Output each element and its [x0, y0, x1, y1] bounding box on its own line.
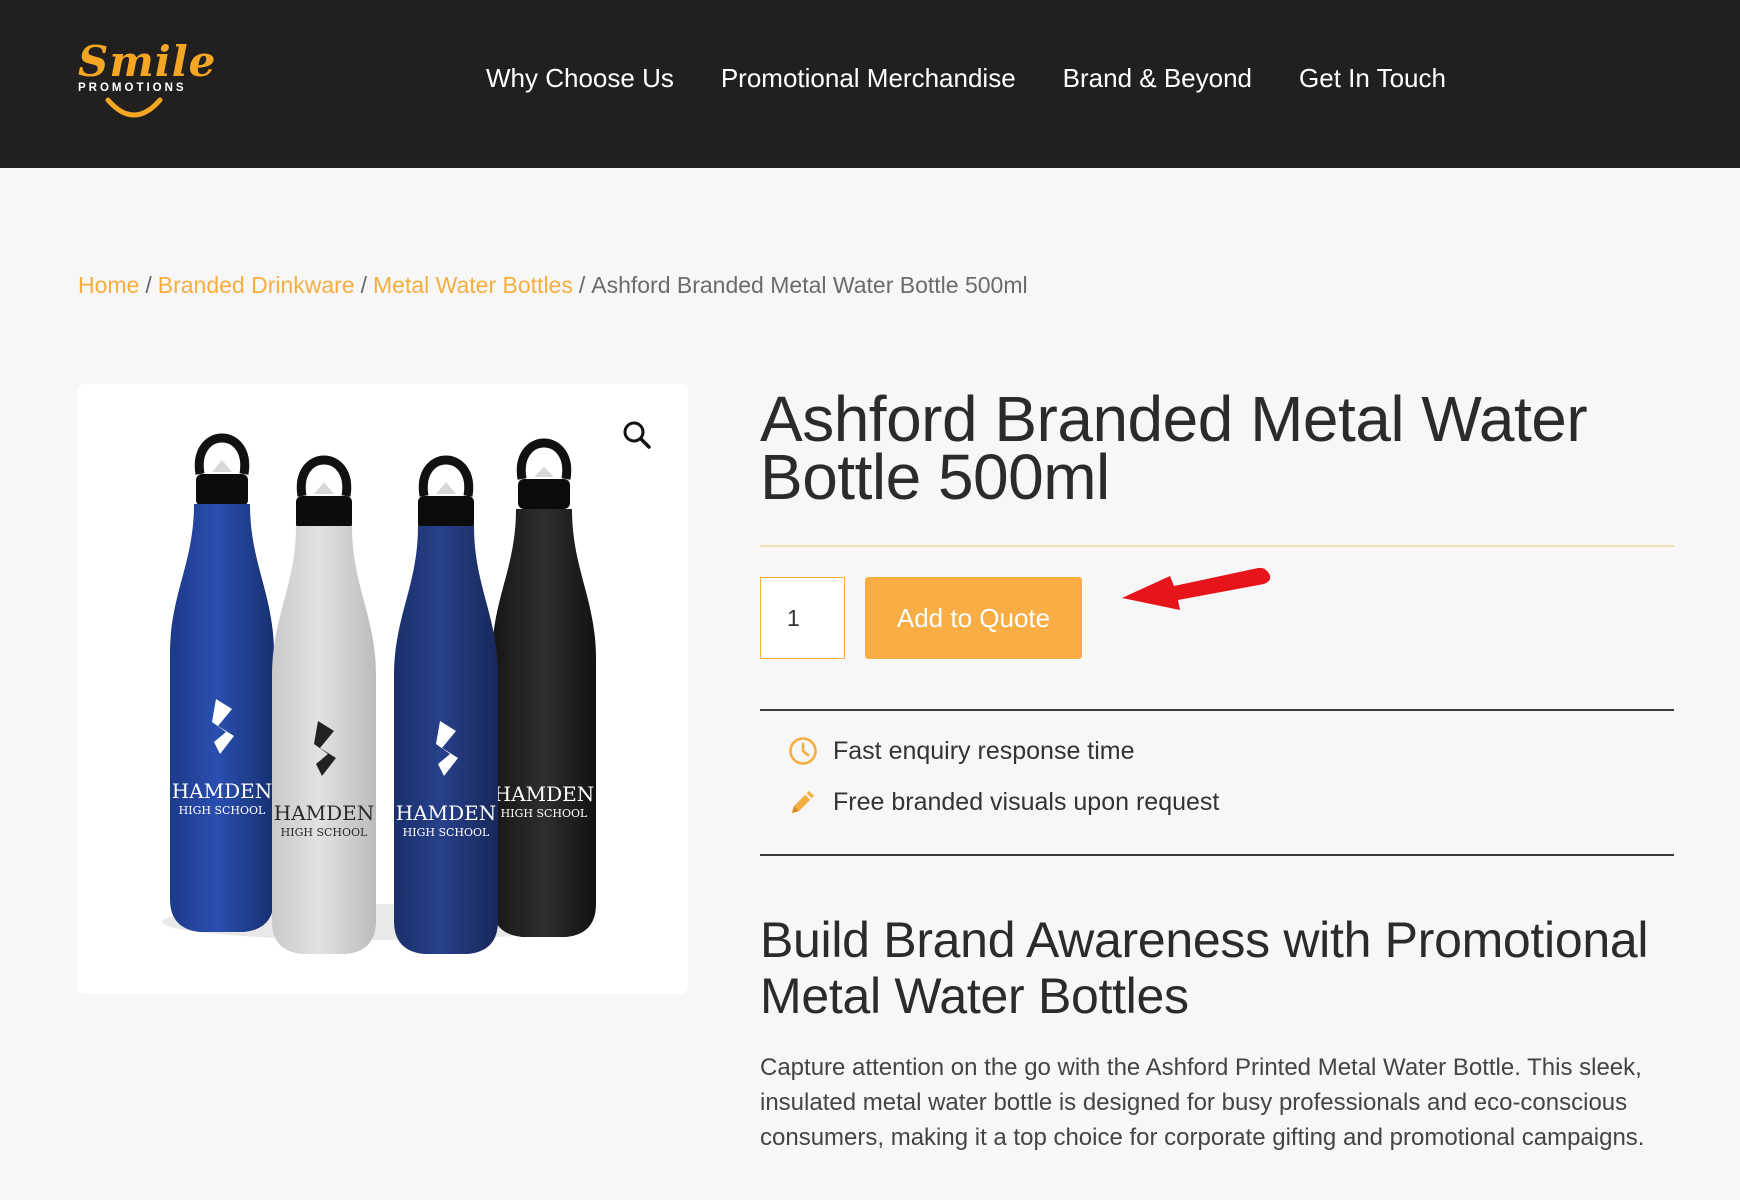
- breadcrumb: Home / Branded Drinkware / Metal Water Bottl…: [78, 268, 1028, 302]
- bottle-print-brand: HAMDEN: [494, 782, 595, 806]
- nav-why-choose-us[interactable]: Why Choose Us: [486, 58, 674, 98]
- section-heading: Build Brand Awareness with Promotional M…: [760, 912, 1649, 1024]
- pencil-icon: [792, 791, 814, 813]
- bottle-print-brand: HAMDEN: [172, 779, 273, 803]
- add-to-quote-button[interactable]: Add to Quote: [865, 577, 1082, 659]
- bottle-print-brand: HAMDEN: [396, 801, 497, 825]
- zoom-icon[interactable]: [620, 418, 654, 452]
- main-nav: Why Choose Us Promotional Merchandise Br…: [486, 58, 1446, 98]
- breadcrumb-separator: /: [360, 272, 368, 298]
- bottles-illustration: HAMDEN HIGH SCHOOL HAMDEN HIGH SCHOOL HA…: [162, 433, 596, 954]
- bottle-print-sub: HIGH SCHOOL: [403, 826, 490, 839]
- features-divider-top: [760, 709, 1674, 711]
- breadcrumb-separator: /: [145, 272, 152, 298]
- breadcrumb-current: Ashford Branded Metal Water Bottle 500ml: [591, 272, 1028, 298]
- bottle-print-sub: HIGH SCHOOL: [179, 804, 266, 817]
- breadcrumb-separator: /: [578, 272, 586, 298]
- bottle-print-brand: HAMDEN: [274, 801, 375, 825]
- logo-smile-icon: [105, 97, 163, 118]
- site-logo[interactable]: Smile PROMOTIONS: [76, 38, 215, 124]
- logo-wordmark: Smile: [78, 37, 217, 86]
- breadcrumb-metal-water-bottles[interactable]: Metal Water Bottles: [373, 272, 573, 298]
- nav-promotional-merchandise[interactable]: Promotional Merchandise: [721, 58, 1016, 98]
- site-header: Smile PROMOTIONS Why Choose Us Promotion…: [0, 0, 1740, 168]
- product-image[interactable]: HAMDEN HIGH SCHOOL HAMDEN HIGH SCHOOL HA…: [77, 384, 688, 994]
- bottle-print-sub: HIGH SCHOOL: [501, 807, 588, 820]
- feature-text: Free branded visuals upon request: [833, 787, 1220, 816]
- features-divider-bottom: [760, 854, 1674, 856]
- feature-free-visuals: Free branded visuals upon request: [787, 786, 1219, 818]
- breadcrumb-home[interactable]: Home: [78, 272, 139, 298]
- clock-icon: [789, 737, 817, 765]
- breadcrumb-branded-drinkware[interactable]: Branded Drinkware: [158, 272, 355, 298]
- product-description: Capture attention on the go with the Ash…: [760, 1054, 1645, 1151]
- feature-text: Fast enquiry response time: [833, 736, 1135, 765]
- title-divider: [760, 545, 1674, 547]
- logo-tagline: PROMOTIONS: [78, 82, 187, 94]
- red-arrow-annotation: [1122, 567, 1271, 610]
- product-title: Ashford Branded Metal Water Bottle 500ml: [760, 383, 1588, 513]
- nav-brand-beyond[interactable]: Brand & Beyond: [1063, 58, 1252, 98]
- nav-get-in-touch[interactable]: Get In Touch: [1299, 58, 1446, 98]
- quantity-input[interactable]: [760, 577, 845, 659]
- bottle-print-sub: HIGH SCHOOL: [281, 826, 368, 839]
- feature-response-time: Fast enquiry response time: [787, 735, 1135, 767]
